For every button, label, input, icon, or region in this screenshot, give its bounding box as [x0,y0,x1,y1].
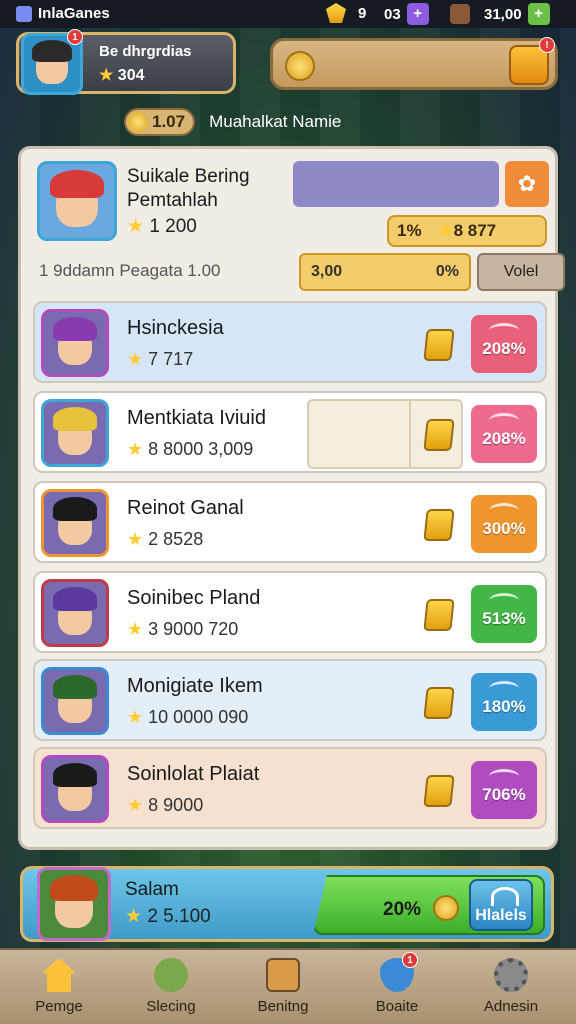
hlalels-button[interactable]: Hlalels [469,879,533,931]
row-avatar[interactable] [41,755,109,823]
star-icon: ★ [127,216,145,237]
status-bar: InlaGanes 9 03 + 31,00 + [0,0,576,28]
star-icon: ★ [99,67,114,84]
row-avatar[interactable] [41,667,109,735]
row-name: Mentkiata Iviuid [127,407,266,429]
star-icon: ★ [127,707,144,727]
edit-button[interactable]: ! [509,37,555,85]
nav-badge: 1 [402,952,418,968]
row-stats: ★ 8 9000 [127,795,204,815]
coin-icon [128,112,148,132]
row-avatar[interactable] [41,579,109,647]
home-icon [42,958,76,992]
player-rating: ★ 304 [99,67,145,84]
row-name: Hsinckesia [127,317,224,339]
row-stats: ★ 10 0000 090 [127,707,249,727]
nav-item-boaite[interactable]: 1 Boaite [342,952,452,1024]
player-card[interactable]: 1 Be dhrgrdias ★ 304 [16,29,236,95]
star-icon: ★ [127,349,144,369]
row-avatar[interactable] [41,399,109,467]
add-gems-icon[interactable]: + [406,3,429,25]
main-panel: Suikale Bering Pemtahlah ★ 1 200 ✿ 1% ★8… [18,146,565,850]
row-stats: ★ 3 9000 720 [127,619,239,639]
coin-icon [433,895,459,921]
bottom-player-card[interactable]: Salam ★ 2 5.100 20% Hlalels [20,866,554,942]
nav-item-slecing[interactable]: Slecing [116,958,226,1024]
flower-button[interactable]: ✿ [505,161,549,207]
row-action-button[interactable]: 208% [471,405,537,463]
star-icon: ★ [127,529,144,549]
bottom-nav: Pemge Slecing Benitng 1 Boaite Adnesin [0,948,576,1024]
star-icon: ★ [127,619,144,639]
bottom-player-stats: ★ 2 5.100 [125,906,211,927]
row-action-button[interactable]: 180% [471,673,537,731]
gem-resource[interactable]: 03 + [384,3,429,25]
nav-item-pemge[interactable]: Pemge [4,958,114,1024]
stat-value: 3,00 0% [299,253,471,291]
money-resource[interactable]: 31,00 + [450,3,550,25]
coin-icon [285,51,315,81]
gold-resource[interactable]: 9 [326,3,366,23]
search-bar[interactable]: ! [270,37,558,90]
star-icon: ★ [127,439,144,459]
gem-icon: 1 [380,952,418,992]
stat-row: 1 9ddamn Peagata 1.00 3,00 0% Volel [39,253,565,291]
nav-item-adnesin[interactable]: Adnesin [456,958,566,1024]
player-name: Be dhrgrdias [99,43,192,60]
gold-info: 1% ★8 877 [387,215,547,247]
row-avatar[interactable] [41,489,109,557]
volel-button[interactable]: Volel [477,253,565,291]
alert-badge: ! [539,37,555,53]
bottom-player-avatar[interactable] [37,867,111,941]
player-row[interactable]: Soinibec Pland ★ 3 9000 720 513% [33,571,547,653]
stat-text: 1 9ddamn Peagata 1.00 [39,261,221,280]
gold-icon [326,3,346,23]
tag-icon [423,687,455,719]
player-row[interactable]: Reinot Ganal ★ 2 8528 300% [33,481,547,563]
row-stats: ★ 2 8528 [127,529,204,549]
row-stats: ★ 7 717 [127,349,194,369]
tag-icon [423,329,455,361]
row-name: Reinot Ganal [127,497,244,519]
player-row[interactable]: Soinlolat Plaiat ★ 8 9000 706% [33,747,547,829]
nav-item-benitng[interactable]: Benitng [228,958,338,1024]
notification-badge: 1 [67,29,83,45]
star-icon: ★ [125,906,143,927]
player-row[interactable]: Monigiate Ikem ★ 10 0000 090 180% [33,659,547,741]
tag-icon [423,775,455,807]
row-name: Soinlolat Plaiat [127,763,260,785]
progress-bar [293,161,499,207]
gear-icon [494,958,528,992]
player-row[interactable]: Mentkiata Iviuid ★ 8 8000 3,009 208% [33,391,547,473]
row-stats: ★ 8 8000 3,009 [127,439,254,459]
selected-avatar[interactable] [37,161,117,241]
selected-rating: ★ 1 200 [127,216,197,237]
tag-icon [423,599,455,631]
add-money-icon[interactable]: + [527,3,550,25]
bottom-player-name: Salam [125,879,179,900]
bag-icon [450,4,470,24]
star-icon: ★ [127,795,144,815]
app-title: InlaGanes [16,5,110,22]
row-action-button[interactable]: 208% [471,315,537,373]
row-action-button[interactable]: 706% [471,761,537,819]
row-name: Monigiate Ikem [127,675,263,697]
selected-title: Suikale Bering Pemtahlah [127,166,250,211]
sub-header: 1.07 Muahalkat Namie [124,108,341,136]
row-action-button[interactable]: 300% [471,495,537,553]
cards-icon [266,958,300,992]
sub-header-title: Muahalkat Namie [209,112,342,131]
row-avatar[interactable] [41,309,109,377]
player-row[interactable]: Hsinckesia ★ 7 717 208% [33,301,547,383]
star-icon: ★ [438,221,454,240]
app-icon [16,5,32,22]
row-action-button[interactable]: 513% [471,585,537,643]
tag-icon [423,509,455,541]
tag-icon [423,419,455,451]
shield-icon [154,958,188,992]
row-name: Soinibec Pland [127,587,261,609]
coin-pill[interactable]: 1.07 [124,108,196,136]
bottom-pct: 20% [383,899,422,920]
